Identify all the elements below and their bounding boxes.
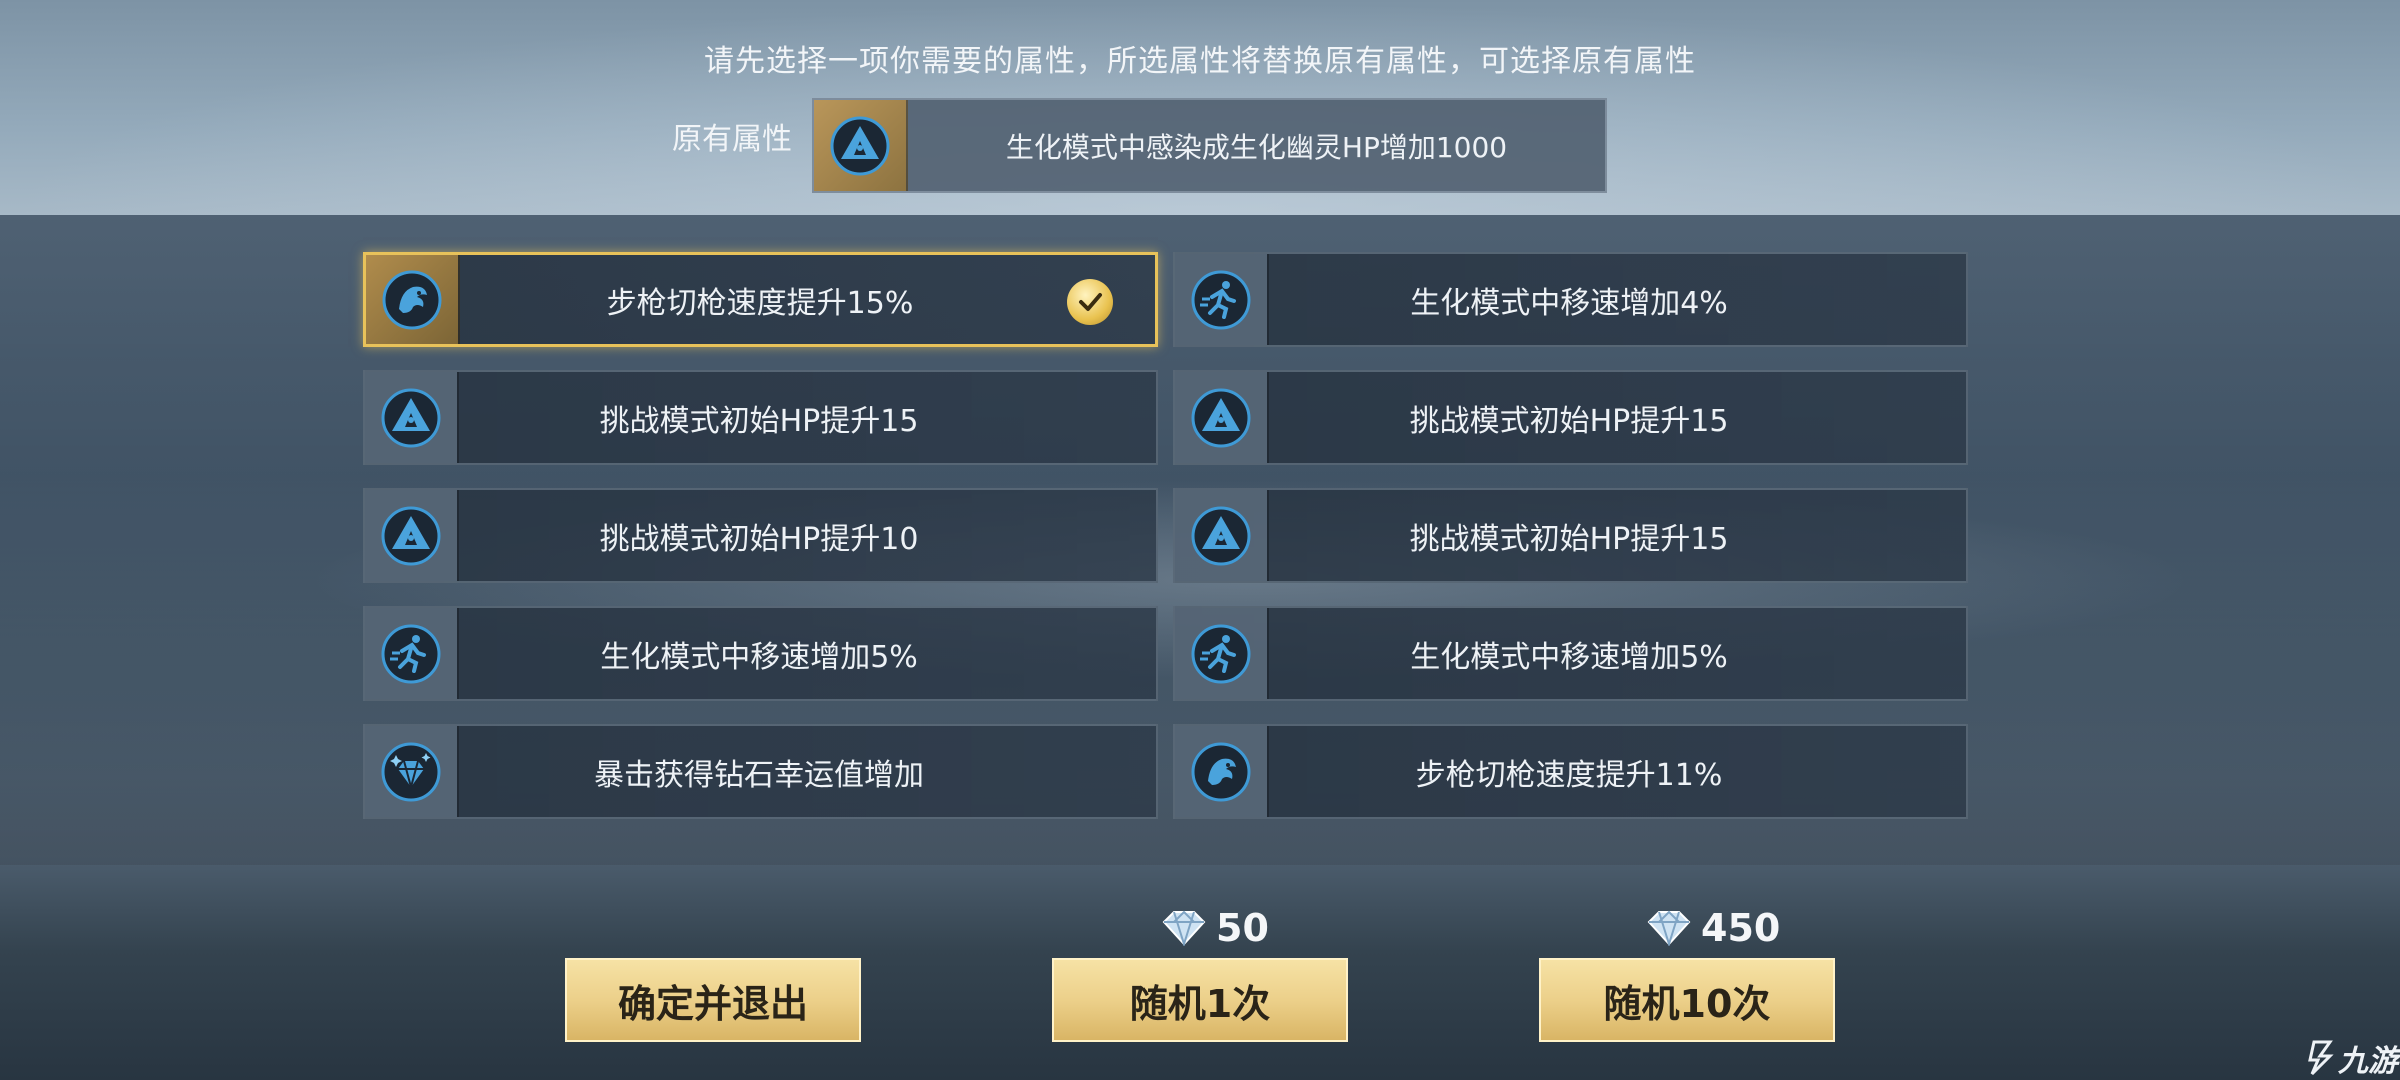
original-attribute-text: 生化模式中感染成生化幽灵HP增加1000 [1005,130,1508,164]
attribute-option[interactable]: 挑战模式初始HP提升10 [363,488,1158,583]
attribute-option-text: 生化模式中移速增加4% [1410,285,1728,321]
confirm-exit-button[interactable]: 确定并退出 [565,958,861,1042]
watermark-text: 九游 [2338,1044,2398,1079]
original-attribute-label: 原有属性 [672,122,792,157]
attribute-option[interactable]: 生化模式中移速增加5% [363,606,1158,701]
attribute-option[interactable]: 生化模式中移速增加5% [1173,606,1968,701]
attribute-option[interactable]: 挑战模式初始HP提升15 [1173,488,1968,583]
dragon-icon [382,270,442,329]
attribute-option-text: 步枪切枪速度提升11% [1415,757,1723,793]
runner-icon [1191,624,1251,683]
watermark-logo: 九游 [2306,1036,2398,1080]
jiuyou-logo-icon [2308,1040,2334,1076]
random10-cost: 450 [1643,906,1780,950]
attribute-option-text: 暴击获得钻石幸运值增加 [594,757,924,793]
hp-up-icon [381,506,441,565]
attribute-option[interactable]: 生化模式中移速增加4% [1173,252,1968,347]
attribute-icon-frame [1175,490,1269,581]
diamond-luck-icon [381,742,441,801]
attribute-icon-frame [365,372,459,463]
original-attribute-box[interactable]: 生化模式中感染成生化幽灵HP增加1000 [812,98,1607,193]
attribute-option[interactable]: 暴击获得钻石幸运值增加 [363,724,1158,819]
attribute-option-text: 生化模式中移速增加5% [1410,639,1728,675]
attribute-option-text: 挑战模式初始HP提升15 [599,403,919,439]
attribute-option-text: 生化模式中移速增加5% [600,639,918,675]
attribute-icon-frame [365,608,459,699]
attribute-option[interactable]: 步枪切枪速度提升11% [1173,724,1968,819]
random-once-button[interactable]: 随机1次 [1052,958,1348,1042]
attribute-icon-frame [366,255,460,344]
runner-icon [381,624,441,683]
attribute-option-text: 步枪切枪速度提升15% [606,285,914,321]
attribute-option[interactable]: 挑战模式初始HP提升15 [1173,370,1968,465]
diamond-icon [1162,910,1206,946]
hp-up-icon [381,388,441,447]
random1-cost-value: 50 [1216,906,1269,950]
attribute-icon-frame [1175,254,1269,345]
attribute-icon-frame [365,726,459,817]
attribute-icon-frame [1175,726,1269,817]
attribute-icon-frame [1175,608,1269,699]
attribute-option-text: 挑战模式初始HP提升10 [599,521,919,557]
attribute-icon-frame [365,490,459,581]
attribute-option-text: 挑战模式初始HP提升15 [1409,521,1729,557]
random10-cost-value: 450 [1701,906,1781,950]
dragon-icon [1191,742,1251,801]
attribute-option[interactable]: 步枪切枪速度提升15% [363,252,1158,347]
attribute-option-text: 挑战模式初始HP提升15 [1409,403,1729,439]
hp-up-icon [1191,388,1251,447]
runner-icon [1191,270,1251,329]
instruction-text: 请先选择一项你需要的属性，所选属性将替换原有属性，可选择原有属性 [704,44,1696,79]
diamond-icon [1647,910,1691,946]
original-attribute-icon-frame [814,100,908,191]
hp-up-icon [1191,506,1251,565]
checkmark-icon [1067,279,1113,325]
biohazard-hp-icon [830,116,890,175]
random1-cost: 50 [1158,906,1269,950]
random-ten-button[interactable]: 随机10次 [1539,958,1835,1042]
attribute-icon-frame [1175,372,1269,463]
attribute-option[interactable]: 挑战模式初始HP提升15 [363,370,1158,465]
